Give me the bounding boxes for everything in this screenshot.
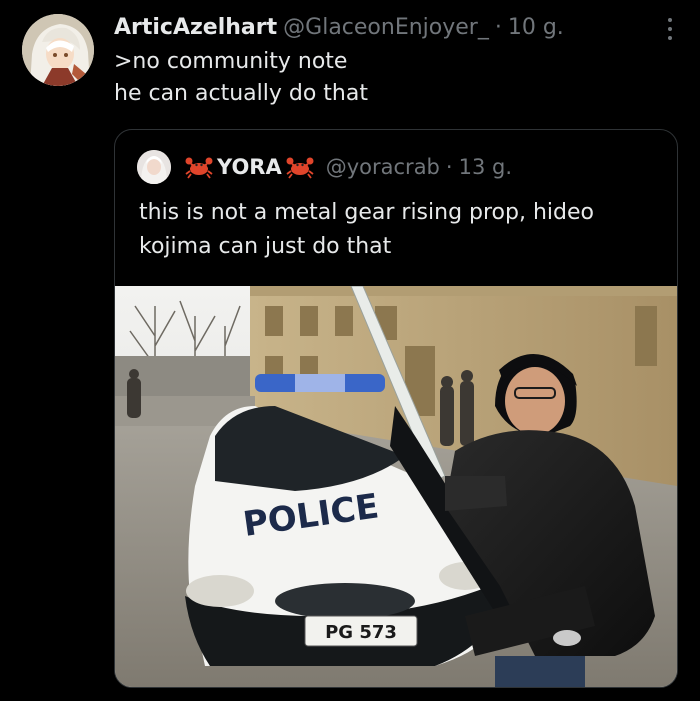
tweet[interactable]: ArticAzelhart @GlaceonEnjoyer_ · 10 g. >…: [0, 0, 700, 701]
separator-dot: ·: [494, 14, 502, 40]
quoted-tweet-header: YORA @yoracrab · 13 g.: [137, 150, 512, 184]
user-handle[interactable]: @GlaceonEnjoyer_: [283, 15, 489, 40]
quoted-tweet-photo[interactable]: POLICE PG 573: [115, 286, 677, 687]
tweet-text: >no community note he can actually do th…: [114, 46, 368, 110]
quoted-display-name[interactable]: YORA: [217, 155, 282, 179]
more-vertical-icon[interactable]: [666, 18, 674, 40]
quoted-tweet-text: this is not a metal gear rising prop, hi…: [139, 196, 594, 264]
timestamp[interactable]: 10 g.: [508, 15, 564, 40]
user-avatar[interactable]: [22, 14, 94, 86]
quoted-timestamp[interactable]: 13 g.: [459, 155, 512, 179]
crab-icon: [184, 155, 214, 179]
quoted-tweet[interactable]: YORA @yoracrab · 13 g. this is not a met…: [114, 129, 678, 688]
display-name[interactable]: ArticAzelhart: [114, 15, 277, 40]
quoted-text-line: this is not a metal gear rising prop, hi…: [139, 200, 594, 225]
separator-dot: ·: [445, 155, 453, 179]
quoted-user-handle[interactable]: @yoracrab: [326, 155, 440, 179]
crab-icon: [285, 155, 315, 179]
tweet-text-line: >no community note: [114, 49, 348, 74]
tweet-header: ArticAzelhart @GlaceonEnjoyer_ · 10 g.: [114, 12, 564, 42]
license-plate-text: PG 573: [325, 622, 397, 643]
tweet-text-line: he can actually do that: [114, 81, 368, 106]
quoted-user-avatar[interactable]: [137, 150, 171, 184]
quoted-text-line: kojima can just do that: [139, 234, 392, 259]
